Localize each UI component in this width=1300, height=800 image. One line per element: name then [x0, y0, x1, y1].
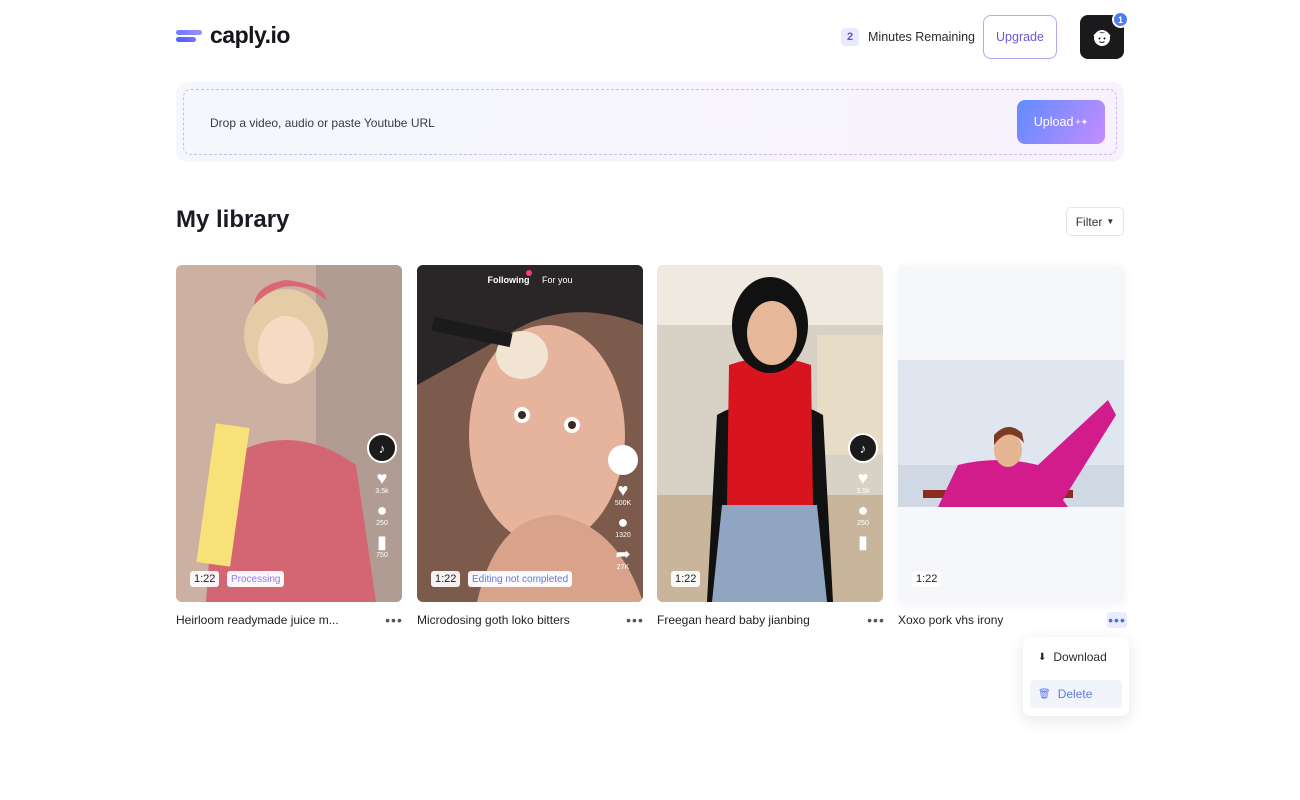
following-tab: Following	[487, 275, 530, 285]
comment-stat: ● 250	[857, 500, 869, 527]
comment-stat: ● 250	[376, 500, 388, 527]
trash-icon: 🗑	[1038, 688, 1051, 700]
video-title[interactable]: Freegan heard baby jianbing	[657, 613, 810, 627]
upload-button[interactable]: Upload +✦	[1017, 100, 1105, 144]
heart-icon: ♥	[857, 468, 869, 488]
filter-label: Filter	[1075, 214, 1103, 229]
bookmark-icon: ▮	[858, 532, 868, 552]
share-stat: ➦ 27K	[615, 544, 631, 571]
video-card[interactable]: ♪ ♥ 3.5k ● 250 ▮ 750 1:22 Processing	[176, 265, 402, 602]
video-card[interactable]: Following For you ♥ 500K ● 1320 ➦ 27K 1:22 …	[417, 265, 643, 602]
more-options-button[interactable]: •••	[866, 612, 886, 628]
video-title[interactable]: Xoxo pork vhs irony	[898, 613, 1003, 627]
video-thumbnail	[898, 265, 1124, 602]
tiktok-side-icons: ♪ ♥ 3.5k ● 250 ▮ 750	[367, 433, 397, 559]
comment-icon: ●	[857, 500, 869, 520]
video-title[interactable]: Microdosing goth loko bitters	[417, 613, 570, 627]
status-badge: Editing not completed	[468, 571, 573, 587]
duration-badge: 1:22	[671, 571, 701, 587]
card-options-menu: ⬇ Download 🗑 Delete	[1023, 637, 1129, 716]
notification-badge[interactable]: 1	[1112, 11, 1129, 28]
upgrade-button[interactable]: Upgrade	[983, 15, 1057, 59]
more-options-button[interactable]: •••	[625, 612, 645, 628]
logo-text: caply.io	[210, 22, 290, 48]
chevron-down-icon: ▼	[1106, 217, 1115, 226]
user-avatar-icon	[1093, 30, 1111, 46]
video-card[interactable]: 1:22	[898, 265, 1124, 602]
more-options-button[interactable]: •••	[1107, 612, 1127, 628]
duration-badge: 1:22	[912, 571, 942, 587]
minutes-label: Minutes Remaining	[868, 30, 975, 44]
menu-item-download[interactable]: ⬇ Download	[1030, 643, 1122, 671]
video-title[interactable]: Heirloom readymade juice m...	[176, 613, 339, 627]
upload-label: Upload	[1033, 115, 1074, 129]
minutes-remaining: 2 Minutes Remaining	[841, 28, 975, 46]
feed-tabs: Following For you	[417, 275, 643, 285]
comment-stat: ● 1320	[615, 512, 631, 539]
save-stat: ▮	[858, 533, 868, 551]
library-title: My library	[176, 206, 290, 233]
download-icon: ⬇	[1038, 651, 1047, 663]
comment-icon: ●	[617, 512, 629, 532]
profile-follow-icon	[608, 445, 638, 475]
bookmark-icon: ▮	[377, 532, 387, 552]
tiktok-side-icons: ♪ ♥ 3.5k ● 250 ▮	[848, 433, 878, 551]
comment-icon: ●	[376, 500, 388, 520]
tiktok-icon: ♪	[367, 433, 397, 463]
heart-icon: ♥	[617, 480, 629, 500]
tiktok-side-icons: ♥ 500K ● 1320 ➦ 27K	[608, 445, 638, 571]
heart-icon: ♥	[376, 468, 388, 488]
filter-button[interactable]: Filter ▼	[1066, 207, 1124, 236]
more-options-button[interactable]: •••	[384, 612, 404, 628]
video-card[interactable]: ♪ ♥ 3.5k ● 250 ▮ 1:22	[657, 265, 883, 602]
logo[interactable]: caply.io	[176, 22, 290, 49]
dropzone-prompt: Drop a video, audio or paste Youtube URL	[210, 116, 435, 130]
status-badge: Processing	[227, 571, 285, 587]
duration-badge: 1:22	[190, 571, 220, 587]
like-stat: ♥ 500K	[614, 480, 632, 507]
duration-badge: 1:22	[431, 571, 461, 587]
tiktok-icon: ♪	[848, 433, 878, 463]
share-icon: ➦	[615, 544, 631, 564]
sparkle-icon: +✦	[1075, 116, 1089, 127]
for-you-tab: For you	[542, 275, 573, 285]
like-stat: ♥ 3.5k	[856, 468, 870, 495]
like-stat: ♥ 3.5k	[375, 468, 389, 495]
minutes-count-badge: 2	[841, 28, 859, 46]
menu-item-delete[interactable]: 🗑 Delete	[1030, 680, 1122, 708]
logo-mark-icon	[176, 28, 204, 44]
save-stat: ▮ 750	[376, 532, 388, 559]
